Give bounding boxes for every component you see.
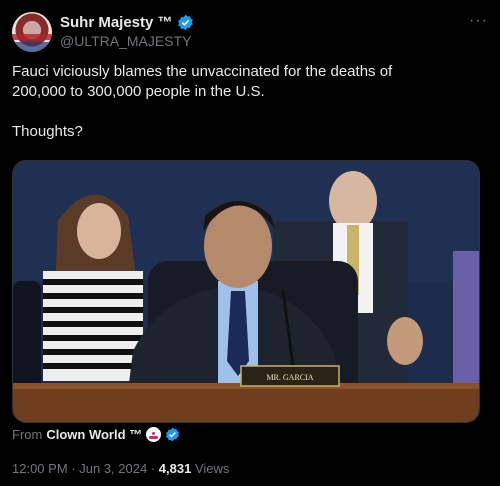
tweet-meta: 12:00 PM · Jun 3, 2024 · 4,831 Views (12, 461, 229, 476)
verified-badge-icon (177, 14, 193, 31)
separator: · (150, 461, 156, 476)
more-options-icon[interactable]: ··· (469, 12, 488, 30)
tweet-header: Suhr Majesty ™ @ULTRA_MAJESTY ··· (12, 12, 488, 52)
tweet-text: Fauci viciously blames the unvaccinated … (12, 63, 393, 140)
attribution-prefix: From (12, 427, 43, 442)
views-label: Views (194, 461, 230, 476)
separator: · (71, 461, 76, 476)
nameplate-text: MR. GARCIA (266, 373, 313, 382)
verified-badge-icon (166, 427, 180, 442)
views-count: 4,831 (158, 461, 192, 476)
source-name[interactable]: Clown World ™ (46, 427, 142, 442)
tweet-date[interactable]: Jun 3, 2024 (79, 461, 147, 476)
clown-emoji-icon (146, 427, 162, 442)
source-attribution: From Clown World ™ (12, 427, 180, 442)
tweet-time[interactable]: 12:00 PM (12, 461, 68, 476)
author-handle[interactable]: @ULTRA_MAJESTY (60, 33, 191, 49)
hearing-photo: MR. GARCIA (13, 161, 479, 422)
author-name[interactable]: Suhr Majesty ™ (60, 14, 173, 31)
author-avatar[interactable] (12, 12, 52, 52)
tweet-media-image[interactable]: MR. GARCIA (12, 160, 480, 423)
author-name-row[interactable]: Suhr Majesty ™ (60, 14, 194, 31)
